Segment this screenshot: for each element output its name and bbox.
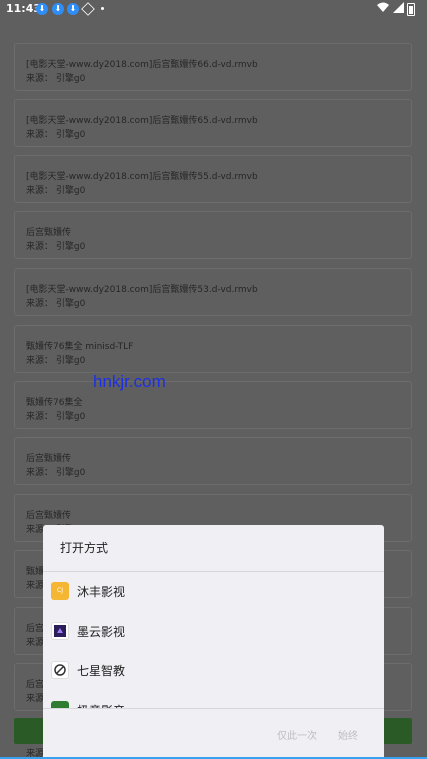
list-item[interactable]: [电影天堂-www.dy2018.com]后宫甄嬛传55.d-vd.rmvb 来…: [14, 155, 412, 203]
list-item[interactable]: 后宫甄嬛传 来源： 引擎g0: [14, 211, 412, 259]
app-option-mufeng[interactable]: CJ 沐丰影视: [43, 572, 384, 610]
list-item[interactable]: 甄嬛传76集全 来源： 引擎g0: [14, 381, 412, 429]
list-item-title: 后宫甄嬛传: [26, 228, 72, 238]
list-item-source: 来源： 引擎g0: [26, 186, 86, 196]
list-item-title: 后宫: [26, 624, 45, 634]
list-item-source: 来源： 引擎g0: [26, 299, 86, 309]
app-option-label: 七星智教: [77, 664, 126, 678]
qixing-app-icon: [51, 661, 69, 679]
dialog-title: 打开方式: [60, 541, 109, 555]
always-button[interactable]: 始终: [338, 727, 358, 742]
list-item-source: 来源： 引擎g0: [26, 74, 86, 84]
list-item-source: 来源: [26, 581, 45, 591]
app-option-label: 沐丰影视: [77, 585, 126, 599]
app-option-label: 墨云影视: [77, 625, 126, 639]
list-item-title: [电影天堂-www.dy2018.com]后宫甄嬛传53.d-vd.rmvb: [26, 285, 258, 295]
list-item[interactable]: [电影天堂-www.dy2018.com]后宫甄嬛传53.d-vd.rmvb 来…: [14, 268, 412, 316]
wifi-icon: [377, 2, 389, 16]
just-once-button[interactable]: 仅此一次: [277, 727, 317, 742]
list-item-title: 甄嬛: [26, 567, 45, 577]
notification-icon: ⬇: [67, 3, 79, 15]
list-item[interactable]: [电影天堂-www.dy2018.com]后宫甄嬛传65.d-vd.rmvb 来…: [14, 99, 412, 147]
list-item-title: 甄嬛传76集全: [26, 398, 83, 408]
mufeng-app-icon: CJ: [51, 582, 69, 600]
list-item-title: 甄嬛传76集全 minisd-TLF: [26, 342, 134, 352]
list-item-title: [电影天堂-www.dy2018.com]后宫甄嬛传66.d-vd.rmvb: [26, 60, 258, 70]
app-option-qixing[interactable]: 七星智教: [43, 651, 384, 689]
list-item-source: 来源： 引擎g0: [26, 468, 86, 478]
list-item[interactable]: 甄嬛传76集全 minisd-TLF 来源： 引擎g0: [14, 325, 412, 373]
watermark: hnkjr.com: [93, 372, 166, 391]
list-item-source: 来源： 引擎g0: [26, 356, 86, 366]
list-item-title: [电影天堂-www.dy2018.com]后宫甄嬛传65.d-vd.rmvb: [26, 116, 258, 126]
list-item-source: 来源: [26, 638, 45, 648]
notification-icon: ⬇: [52, 3, 64, 15]
list-item-source: 来源: [26, 694, 45, 704]
status-bar: 11:43 ⬇ ⬇ ⬇: [0, 0, 427, 18]
app-option-moyun[interactable]: 墨云影视: [43, 612, 384, 650]
list-item-title: 后宫甄嬛传: [26, 454, 72, 464]
list-item-source: 来源： 引擎g0: [26, 242, 86, 252]
moyun-app-icon: [51, 622, 69, 640]
list-item[interactable]: 后宫甄嬛传 来源： 引擎g0: [14, 437, 412, 485]
cube-icon: [81, 2, 95, 16]
more-notifications-icon: [101, 7, 104, 10]
battery-icon: [407, 3, 415, 16]
list-item-title: [电影天堂-www.dy2018.com]后宫甄嬛传55.d-vd.rmvb: [26, 172, 258, 182]
list-item-source: 来源： 引擎g0: [26, 130, 86, 140]
open-with-dialog: 打开方式 CJ 沐丰影视 墨云影视 七星智教 极意影音 仅此一次 始终: [43, 525, 384, 759]
signal-icon: [393, 2, 404, 16]
list-item-title: 后宫甄嬛传: [26, 511, 72, 521]
list-item-source: 来源： 引擎g0: [26, 412, 86, 422]
list-item-title: 后宫: [26, 680, 45, 690]
list-item[interactable]: [电影天堂-www.dy2018.com]后宫甄嬛传66.d-vd.rmvb 来…: [14, 43, 412, 91]
notification-icon: ⬇: [36, 3, 48, 15]
dialog-footer: 仅此一次 始终: [43, 708, 384, 759]
